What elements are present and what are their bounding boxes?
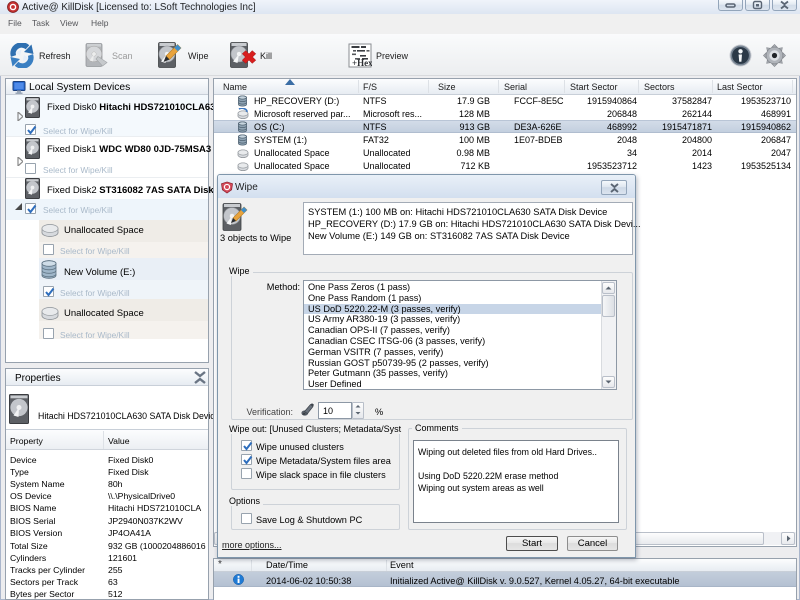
svg-text:+Hex: +Hex [352, 58, 372, 68]
